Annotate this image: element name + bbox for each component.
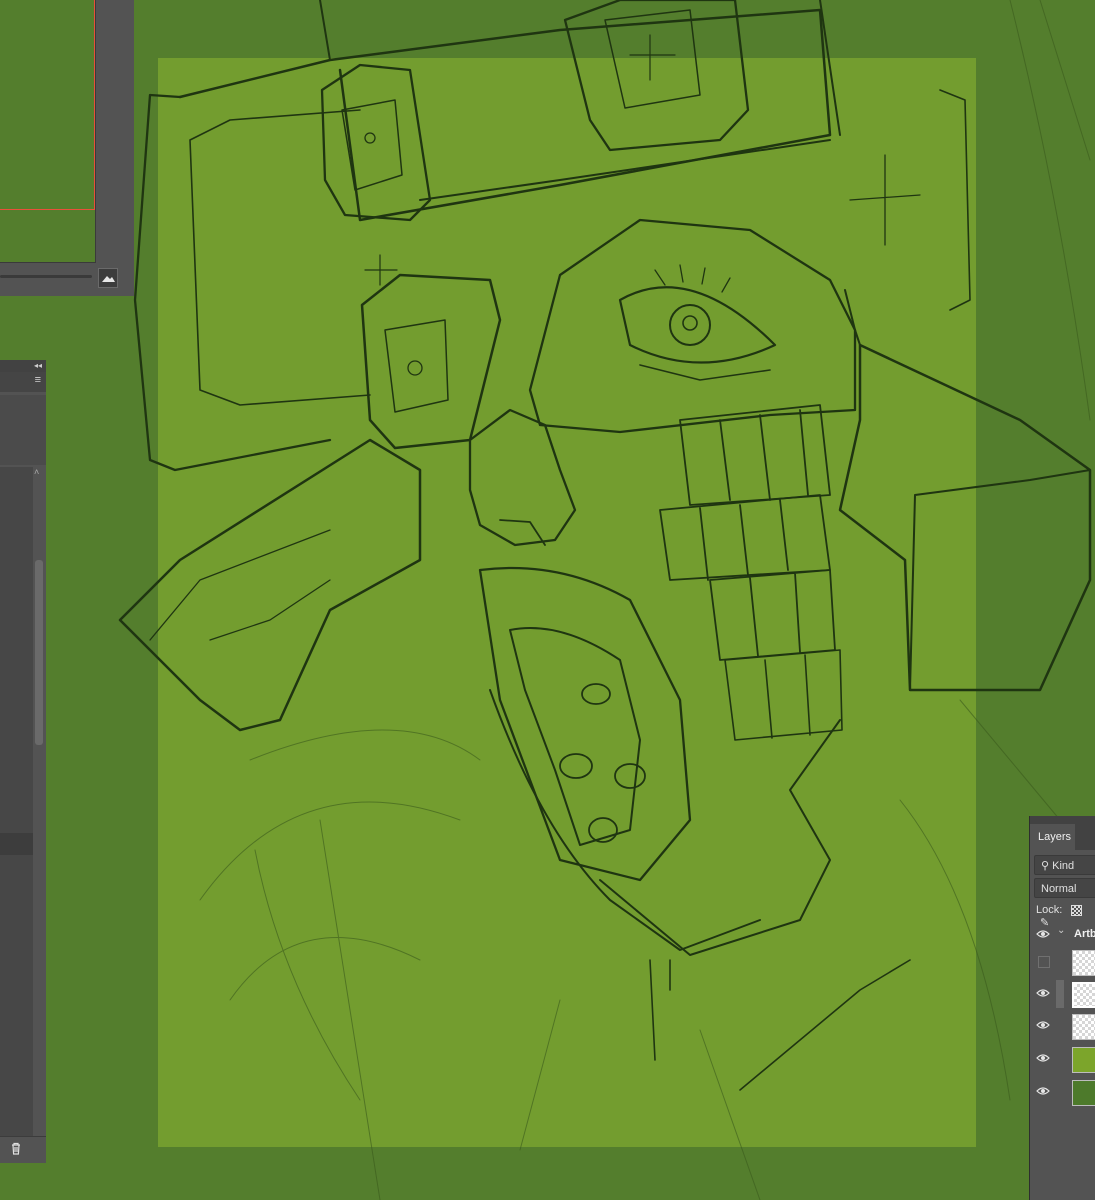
left-panel: ◂◂ ≡ ˄ ˅ <box>0 360 46 1163</box>
zoom-slider[interactable] <box>0 275 92 278</box>
layer-row[interactable] <box>1030 1076 1095 1108</box>
layer-thumbnail <box>1072 982 1095 1008</box>
scroll-up-icon[interactable]: ˄ <box>34 467 39 477</box>
layer-row-selected[interactable] <box>1030 978 1095 1010</box>
eye-icon[interactable] <box>1036 1020 1050 1030</box>
eye-icon[interactable] <box>1036 1086 1050 1096</box>
layer-link-indicator <box>1056 980 1064 1008</box>
layer-filter-select[interactable]: ⚲ Kind <box>1034 855 1095 875</box>
canvas-workspace[interactable] <box>0 0 1095 1200</box>
navigator-preview[interactable] <box>0 0 96 263</box>
search-icon: ⚲ <box>1041 860 1050 872</box>
navigator-view-box[interactable] <box>0 0 95 210</box>
layer-thumbnail <box>1072 1014 1095 1040</box>
layers-tab-bar: Layers <box>1030 816 1095 850</box>
layer-thumbnail <box>1072 1047 1095 1073</box>
sketch-drawing <box>118 0 1092 1200</box>
filter-kind-label: Kind <box>1052 860 1075 872</box>
panel-list-content[interactable] <box>0 467 33 1157</box>
chevron-down-icon[interactable]: ⌄ <box>1057 925 1065 936</box>
layers-panel: Layers ⚲ Kind Normal Lock: ✎ ⌄ Artb <box>1029 816 1095 1200</box>
panel-list-header <box>0 395 46 465</box>
scrollbar-thumb[interactable] <box>35 560 43 745</box>
hamburger-icon[interactable]: ≡ <box>35 374 41 386</box>
tab-layers[interactable]: Layers <box>1030 824 1075 850</box>
eye-icon[interactable] <box>1036 1053 1050 1063</box>
layer-row[interactable] <box>1030 1043 1095 1075</box>
panel-tab-row: ≡ <box>0 372 46 392</box>
panel-header-bar: ◂◂ <box>0 360 46 372</box>
layer-thumbnail <box>1072 950 1095 976</box>
navigator-panel <box>0 0 134 296</box>
lock-transparency-icon[interactable] <box>1071 904 1083 916</box>
eye-icon[interactable] <box>1036 988 1050 998</box>
collapse-icon[interactable]: ◂◂ <box>34 360 42 372</box>
mountain-icon[interactable] <box>98 268 118 288</box>
layer-group-name: Artb <box>1074 928 1095 940</box>
layer-group-artboard[interactable]: ⌄ Artb <box>1030 922 1095 946</box>
layer-row[interactable] <box>1030 946 1095 978</box>
visibility-toggle-off[interactable] <box>1038 956 1050 968</box>
layer-thumbnail <box>1072 1080 1095 1106</box>
eye-icon[interactable] <box>1036 929 1050 939</box>
trash-icon[interactable] <box>10 1142 22 1158</box>
layer-row[interactable] <box>1030 1010 1095 1042</box>
blend-mode-select[interactable]: Normal <box>1034 878 1095 898</box>
panel-list: ˄ ˅ <box>0 395 46 1157</box>
lock-label: Lock: <box>1036 904 1063 916</box>
list-item-selected[interactable] <box>0 833 33 855</box>
panel-footer <box>0 1136 46 1163</box>
